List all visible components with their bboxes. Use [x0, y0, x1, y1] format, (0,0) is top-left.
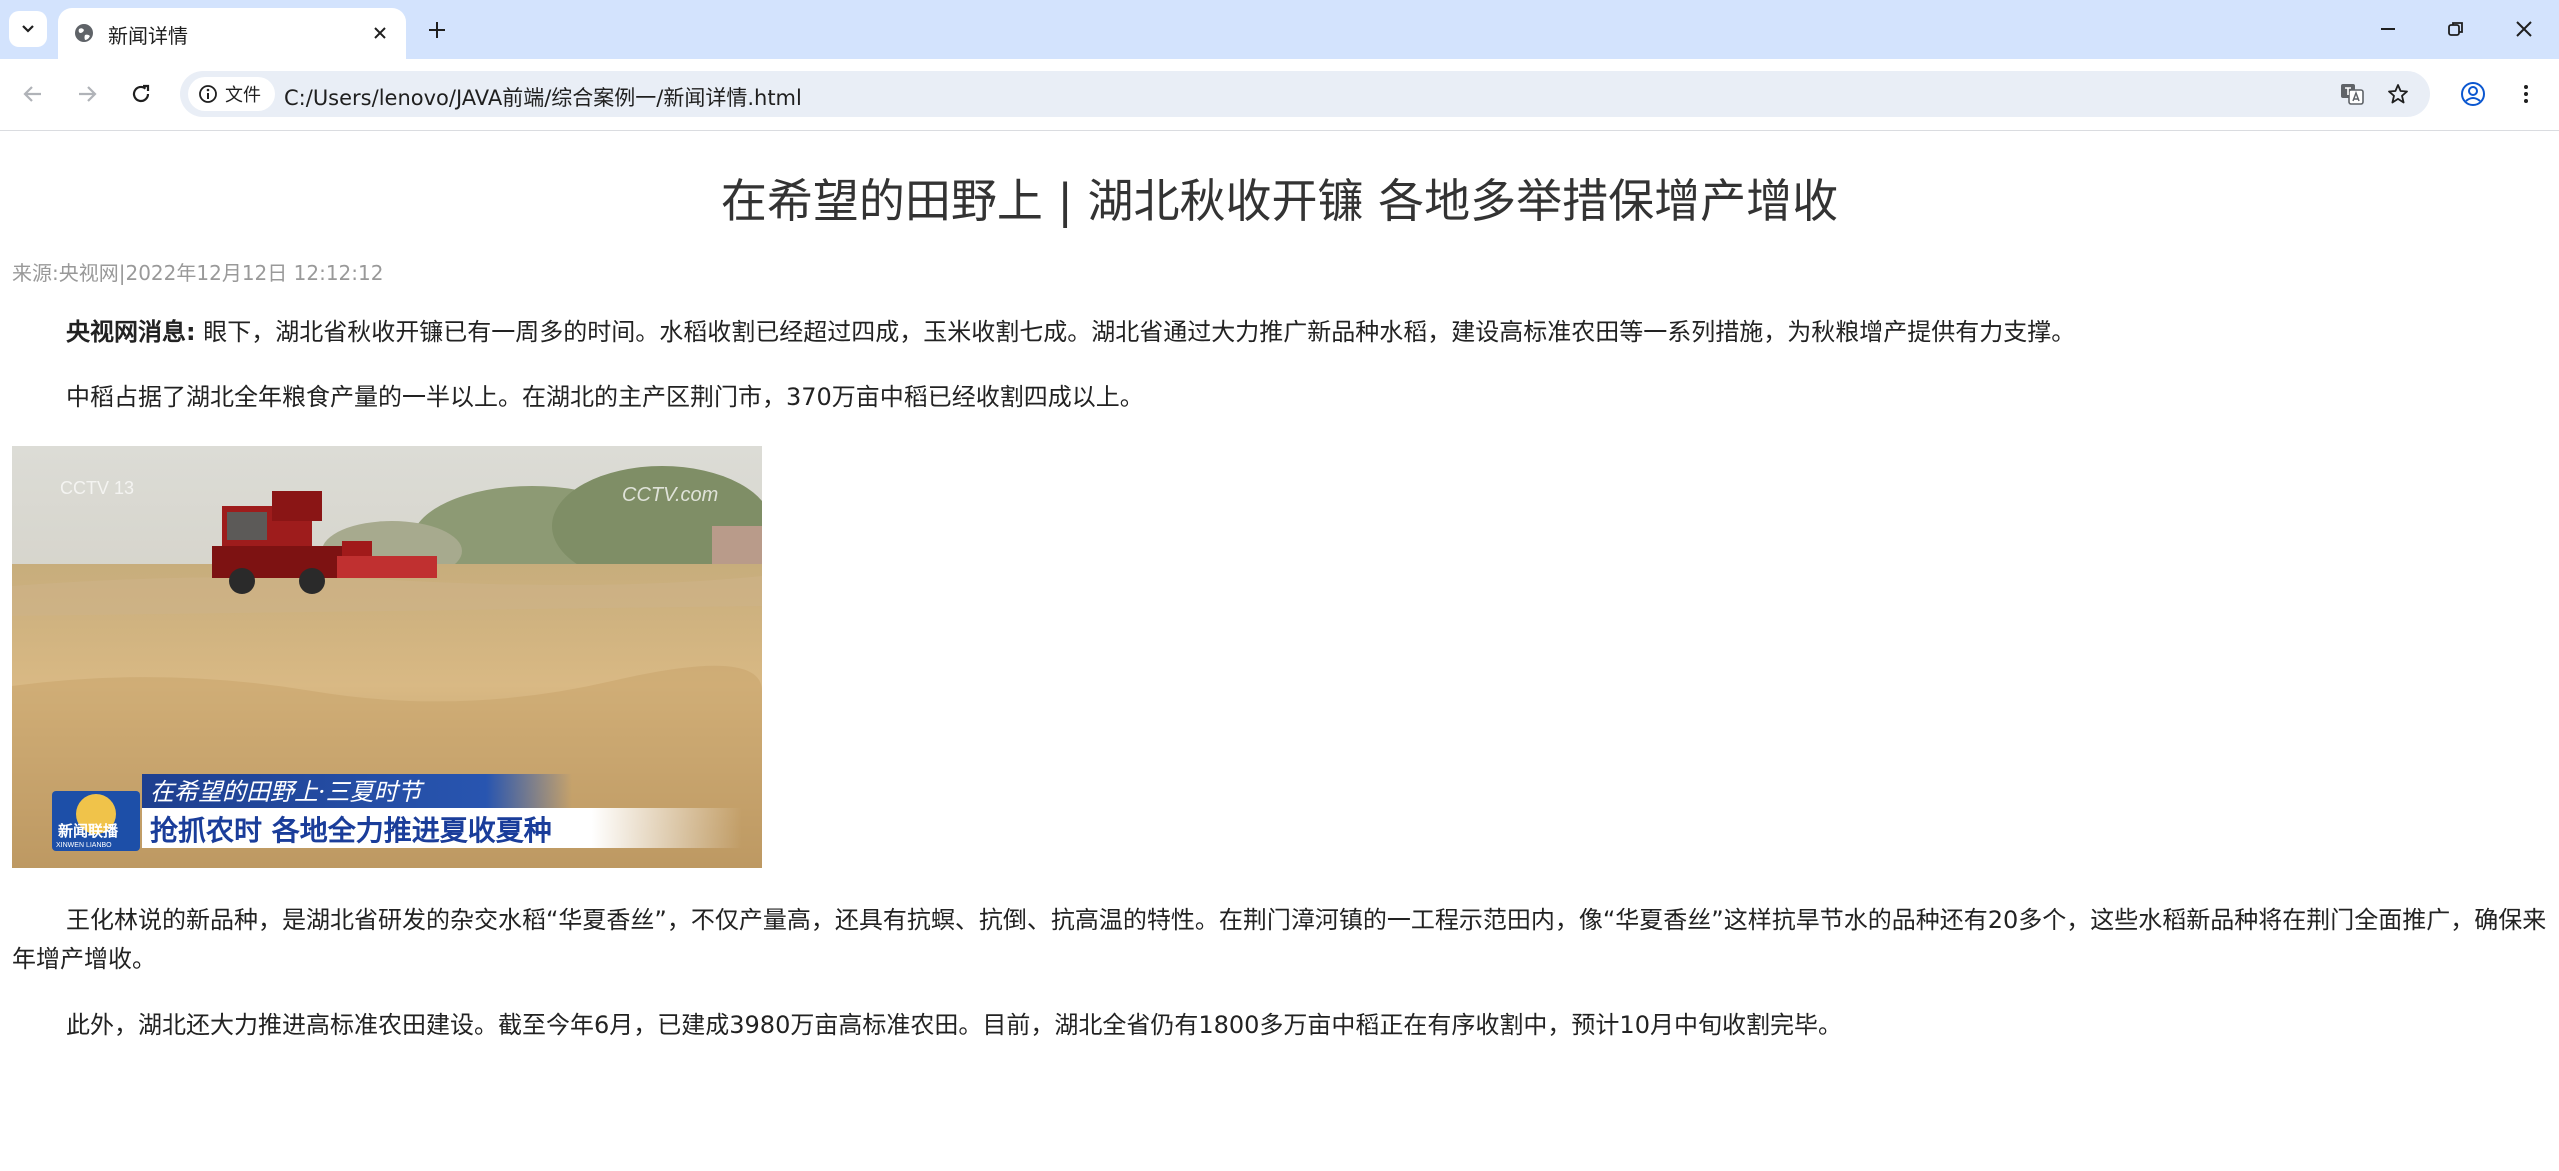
back-button[interactable]: [15, 76, 51, 112]
more-icon: [2524, 85, 2528, 103]
star-icon: [2388, 84, 2408, 104]
forward-icon: [79, 86, 97, 102]
article-paragraph-3: 王化林说的新品种，是湖北省研发的杂交水稻“华夏香丝”，不仅产量高，还具有抗螟、抗…: [12, 906, 2547, 973]
tab-active[interactable]: 新闻详情: [58, 8, 406, 59]
reload-button[interactable]: [123, 76, 159, 112]
page-content: 在希望的田野上 | 湖北秋收开镰 各地多举措保增产增收 来源:央视网|2022年…: [0, 131, 2559, 1171]
news-photo: CCTV 13 CCTV.com 在希望的田野上·三夏时节 抢抓农时 各地全力推…: [12, 446, 762, 868]
bookmark-button[interactable]: [2383, 79, 2413, 109]
back-icon: [23, 86, 41, 102]
article-paragraph-1: 央视网消息: 眼下，湖北省秋收开镰已有一周多的时间。水稻收割已经超过四成，玉米收…: [12, 313, 2547, 352]
tab-close-button[interactable]: [366, 19, 394, 47]
caption-top: 在希望的田野上·三夏时节: [150, 778, 426, 806]
forward-button[interactable]: [69, 76, 105, 112]
close-icon: [2516, 21, 2532, 37]
minimize-button[interactable]: [2353, 8, 2423, 50]
close-icon: [374, 27, 386, 39]
news-logo-subtext: XINWEN LIANBO: [56, 842, 112, 849]
tab-title: 新闻详情: [108, 24, 188, 48]
translate-icon: [2341, 84, 2364, 105]
menu-button[interactable]: [2508, 76, 2544, 112]
minimize-icon: [2381, 28, 2395, 30]
tab-strip: 新闻详情: [0, 0, 2559, 59]
address-bar[interactable]: 文件 C:/Users/lenovo/JAVA前端/综合案例一/新闻详情.htm…: [180, 71, 2430, 117]
security-chip-label: 文件: [225, 85, 261, 106]
restore-icon: [2448, 22, 2463, 36]
site-info-chip[interactable]: 文件: [188, 77, 275, 111]
article-paragraph-2: 中稻占据了湖北全年粮食产量的一半以上。在湖北的主产区荆门市，370万亩中稻已经收…: [66, 383, 1144, 411]
profile-button[interactable]: [2455, 76, 2491, 112]
lead-text: 眼下，湖北省秋收开镰已有一周多的时间。水稻收割已经超过四成，玉米收割七成。湖北省…: [195, 318, 2076, 346]
channel-mark: CCTV 13: [60, 478, 134, 498]
article-source-line: 来源:央视网|2022年12月12日 12:12:12: [12, 261, 384, 285]
plus-icon: [429, 22, 445, 38]
watermark: CCTV.com: [622, 484, 718, 506]
lead-source-label: 央视网消息:: [66, 318, 196, 346]
reload-icon: [132, 84, 150, 103]
news-logo-text: 新闻联播: [58, 822, 119, 840]
translate-button[interactable]: [2337, 79, 2367, 109]
article-title: 在希望的田野上 | 湖北秋收开镰 各地多举措保增产增收: [720, 174, 1839, 228]
tab-search-button[interactable]: [9, 11, 47, 47]
info-icon: [199, 85, 217, 103]
globe-icon: [75, 24, 93, 42]
restore-button[interactable]: [2421, 8, 2491, 50]
caption-main: 抢抓农时 各地全力推进夏收夏种: [150, 814, 552, 847]
close-window-button[interactable]: [2489, 8, 2559, 50]
article-paragraph-4: 此外，湖北还大力推进高标准农田建设。截至今年6月，已建成3980万亩高标准农田。…: [66, 1011, 1842, 1039]
browser-toolbar: 文件 C:/Users/lenovo/JAVA前端/综合案例一/新闻详情.htm…: [0, 59, 2559, 131]
new-tab-button[interactable]: [421, 14, 453, 46]
tab-search-icon: [22, 25, 34, 33]
url-text[interactable]: C:/Users/lenovo/JAVA前端/综合案例一/新闻详情.html: [284, 82, 802, 112]
profile-icon: [2461, 82, 2485, 106]
